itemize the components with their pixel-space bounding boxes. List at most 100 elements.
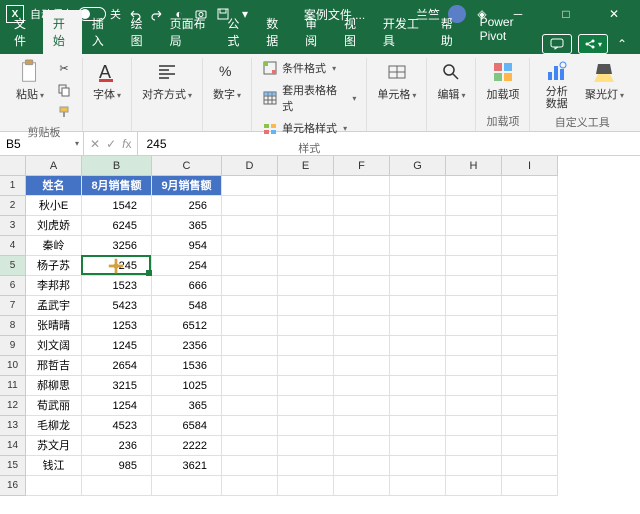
cell[interactable] [222, 476, 278, 496]
cell[interactable] [334, 316, 390, 336]
cell[interactable] [278, 436, 334, 456]
cell[interactable] [390, 256, 446, 276]
cell[interactable]: 1245 [82, 336, 152, 356]
name-box[interactable]: B5▾ [0, 132, 84, 155]
column-header[interactable]: C [152, 156, 222, 176]
cell[interactable] [390, 376, 446, 396]
cell[interactable] [502, 276, 558, 296]
cell[interactable] [390, 216, 446, 236]
row-header[interactable]: 16 [0, 476, 26, 496]
cell[interactable]: 2222 [152, 436, 222, 456]
addins-button[interactable]: 加载项 [482, 58, 523, 104]
cell[interactable]: 3215 [82, 376, 152, 396]
cell[interactable] [222, 416, 278, 436]
cell[interactable]: 刘虎娇 [26, 216, 82, 236]
cell[interactable] [502, 416, 558, 436]
row-header[interactable]: 11 [0, 376, 26, 396]
cell[interactable] [334, 456, 390, 476]
cell[interactable] [390, 476, 446, 496]
row-header[interactable]: 5 [0, 256, 26, 276]
cell[interactable] [334, 336, 390, 356]
number-format-button[interactable]: % 数字▾ [209, 58, 245, 104]
cells-button[interactable]: 单元格▾ [373, 58, 420, 104]
cell[interactable] [502, 336, 558, 356]
cell[interactable]: 6512 [152, 316, 222, 336]
cell[interactable]: 苏文月 [26, 436, 82, 456]
cell[interactable] [278, 456, 334, 476]
column-header[interactable]: G [390, 156, 446, 176]
cell[interactable] [222, 276, 278, 296]
cell[interactable] [278, 296, 334, 316]
row-header[interactable]: 10 [0, 356, 26, 376]
cell[interactable] [278, 336, 334, 356]
formula-input[interactable]: 245 [138, 132, 640, 155]
cell[interactable] [278, 176, 334, 196]
cell[interactable]: 548 [152, 296, 222, 316]
cell[interactable]: 3256 [82, 236, 152, 256]
cell[interactable] [502, 476, 558, 496]
tab-页面布局[interactable]: 页面布局 [160, 10, 218, 54]
cell[interactable] [446, 296, 502, 316]
paste-button[interactable]: 粘贴▾ [12, 58, 48, 104]
cell[interactable] [26, 476, 82, 496]
tab-数据[interactable]: 数据 [256, 10, 295, 54]
analyze-data-button[interactable]: 分析数据 [536, 58, 577, 112]
cell[interactable] [390, 456, 446, 476]
cell[interactable]: 365 [152, 216, 222, 236]
cell[interactable] [390, 296, 446, 316]
cell[interactable] [446, 216, 502, 236]
cell[interactable] [390, 316, 446, 336]
cell[interactable] [278, 236, 334, 256]
copy-button[interactable] [52, 80, 76, 100]
row-header[interactable]: 3 [0, 216, 26, 236]
cell[interactable] [334, 436, 390, 456]
column-header[interactable]: D [222, 156, 278, 176]
row-header[interactable]: 13 [0, 416, 26, 436]
cell[interactable]: 236 [82, 436, 152, 456]
cell[interactable] [222, 336, 278, 356]
tab-视图[interactable]: 视图 [334, 10, 373, 54]
alignment-button[interactable]: 对齐方式▾ [138, 58, 196, 104]
cell[interactable] [82, 476, 152, 496]
font-button[interactable]: A 字体▾ [89, 58, 125, 104]
cell[interactable] [502, 436, 558, 456]
cell[interactable] [446, 316, 502, 336]
cell[interactable]: 2356 [152, 336, 222, 356]
tab-帮助[interactable]: 帮助 [431, 10, 470, 54]
maximize-button[interactable]: □ [546, 0, 586, 28]
cell[interactable] [502, 376, 558, 396]
cell[interactable] [446, 256, 502, 276]
cell[interactable] [390, 336, 446, 356]
cell[interactable] [446, 196, 502, 216]
cell[interactable] [446, 176, 502, 196]
cell[interactable] [502, 316, 558, 336]
cell[interactable]: 256 [152, 196, 222, 216]
select-all-corner[interactable] [0, 156, 26, 176]
cell[interactable] [334, 216, 390, 236]
cell[interactable] [334, 356, 390, 376]
cell[interactable]: 1523 [82, 276, 152, 296]
cell[interactable] [390, 416, 446, 436]
cancel-formula-icon[interactable]: ✕ [90, 137, 100, 151]
cell[interactable] [502, 216, 558, 236]
cell[interactable]: 荀武丽 [26, 396, 82, 416]
cell[interactable] [502, 196, 558, 216]
tab-开始[interactable]: 开始 [43, 10, 82, 54]
row-header[interactable]: 9 [0, 336, 26, 356]
cell[interactable] [334, 236, 390, 256]
cell[interactable]: 邢哲吉 [26, 356, 82, 376]
cell[interactable] [390, 436, 446, 456]
cell[interactable] [446, 236, 502, 256]
column-header[interactable]: B [82, 156, 152, 176]
cell[interactable] [278, 216, 334, 236]
cell[interactable]: 6245 [82, 216, 152, 236]
table-format-button[interactable]: 套用表格格式▾ [258, 80, 360, 116]
cell[interactable] [390, 196, 446, 216]
cell[interactable]: 孟武宇 [26, 296, 82, 316]
cell[interactable] [334, 276, 390, 296]
row-header[interactable]: 8 [0, 316, 26, 336]
cell[interactable] [222, 376, 278, 396]
row-header[interactable]: 14 [0, 436, 26, 456]
cell[interactable] [222, 196, 278, 216]
cell[interactable] [502, 396, 558, 416]
